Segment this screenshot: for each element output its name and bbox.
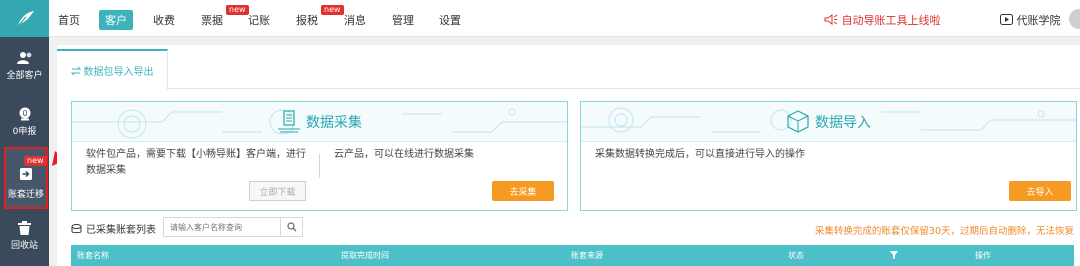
download-now-button[interactable]: 立即下载: [249, 181, 306, 201]
nav-item-bookkeeping[interactable]: 记账: [248, 12, 270, 28]
app-logo[interactable]: [0, 0, 49, 37]
academy-link[interactable]: 代账学院: [1000, 12, 1061, 28]
sidebar-item-label: 回收站: [10, 241, 38, 251]
search-input[interactable]: [164, 218, 279, 236]
nav-item-clients[interactable]: 客户: [99, 10, 133, 30]
app-window: 全部客户 0 0申报 new 账套迁移 回收站 首页 客户 收费 票据 new …: [0, 0, 1080, 266]
sidebar-item-all-clients[interactable]: 全部客户: [0, 51, 49, 81]
sidebar-item-label: 全部客户: [6, 71, 43, 81]
tab-label: 数据包导入导出: [83, 67, 154, 78]
data-import-icon: [787, 110, 809, 133]
tab-bar: 数据包导入导出: [57, 45, 1080, 90]
tab-data-package[interactable]: 数据包导入导出: [57, 49, 168, 90]
swap-icon: [70, 66, 81, 75]
card-title: 数据采集: [306, 115, 362, 131]
client-search: [163, 217, 303, 237]
nav-item-manage[interactable]: 管理: [392, 12, 414, 28]
auto-import-announcement-link[interactable]: 自动导账工具上线啦: [824, 12, 941, 28]
nav-item-messages[interactable]: 消息: [344, 12, 366, 28]
card-header: 数据采集: [72, 102, 567, 142]
sidebar-item-label: 0申报: [12, 127, 37, 137]
data-collect-icon: [278, 110, 300, 133]
new-badge: new: [226, 5, 249, 15]
trash-icon: [18, 221, 31, 235]
column-header-actions: 操作: [975, 251, 991, 260]
go-import-button[interactable]: 去导入: [1009, 181, 1071, 201]
top-nav: 首页 客户 收费 票据 new 记账 报税 new 消息 管理 设置 自动导账工…: [49, 0, 1080, 37]
retention-notice: 采集转换完成的账套仅保留30天，过期后自动删除，无法恢复: [814, 226, 1074, 237]
card-header: 数据导入: [581, 102, 1076, 142]
column-header-source: 账套来源: [571, 251, 603, 260]
list-title-label: 已采集账套列表: [86, 225, 156, 236]
column-header-extract-time: 提取完成时间: [341, 251, 389, 260]
avatar[interactable]: [1069, 9, 1080, 29]
search-icon: [286, 222, 296, 232]
software-description-cont: 数据采集: [86, 165, 126, 176]
software-description: 软件包产品，需要下载【小畅导账】客户端，进行: [86, 149, 306, 160]
table-header: 账套名称 提取完成时间 账套来源 状态 操作: [71, 245, 1074, 266]
migrate-icon: [20, 168, 32, 180]
zero-report-icon: 0: [19, 107, 30, 121]
sidebar-item-label: 账套迁移: [7, 190, 44, 200]
column-header-account-name: 账套名称: [77, 251, 109, 260]
nav-item-tax[interactable]: 报税: [296, 12, 318, 28]
sidebar-item-zero-report[interactable]: 0 0申报: [0, 107, 49, 137]
new-badge: new: [321, 5, 344, 15]
database-icon: [71, 223, 82, 233]
feather-logo-icon: [16, 10, 34, 27]
left-sidebar: 全部客户 0 0申报 new 账套迁移 回收站: [0, 0, 49, 266]
svg-text:0: 0: [22, 109, 27, 118]
main-panel: 数据包导入导出 数据采集 软件包产品，需要下载【小畅导账】客户端，进行 数据采集…: [57, 45, 1080, 266]
card-title: 数据导入: [815, 115, 871, 131]
collected-list-title: 已采集账套列表: [71, 221, 156, 236]
video-play-icon: [1000, 14, 1013, 25]
sidebar-item-account-migration[interactable]: new 账套迁移: [4, 147, 48, 209]
nav-item-invoices[interactable]: 票据: [201, 12, 223, 28]
go-collect-button[interactable]: 去采集: [492, 181, 554, 201]
speaker-icon: [824, 14, 838, 25]
nav-item-settings[interactable]: 设置: [439, 12, 461, 28]
sidebar-item-recycle-bin[interactable]: 回收站: [0, 221, 49, 251]
nav-item-fees[interactable]: 收费: [153, 12, 175, 28]
users-icon: [16, 52, 31, 64]
data-collect-card: 数据采集 软件包产品，需要下载【小畅导账】客户端，进行 数据采集 云产品，可以在…: [71, 101, 568, 211]
new-badge: new: [24, 156, 47, 166]
filter-icon[interactable]: [890, 251, 898, 259]
data-import-card: 数据导入 采集数据转换完成后，可以直接进行导入的操作 去导入: [580, 101, 1077, 211]
search-button[interactable]: [280, 218, 302, 236]
announcement-label: 自动导账工具上线啦: [841, 14, 941, 27]
academy-label: 代账学院: [1016, 14, 1061, 27]
column-header-status: 状态: [788, 251, 804, 260]
nav-item-home[interactable]: 首页: [58, 12, 80, 28]
import-description: 采集数据转换完成后，可以直接进行导入的操作: [595, 149, 805, 160]
cloud-description: 云产品，可以在线进行数据采集: [334, 149, 474, 160]
divider: [319, 154, 320, 178]
